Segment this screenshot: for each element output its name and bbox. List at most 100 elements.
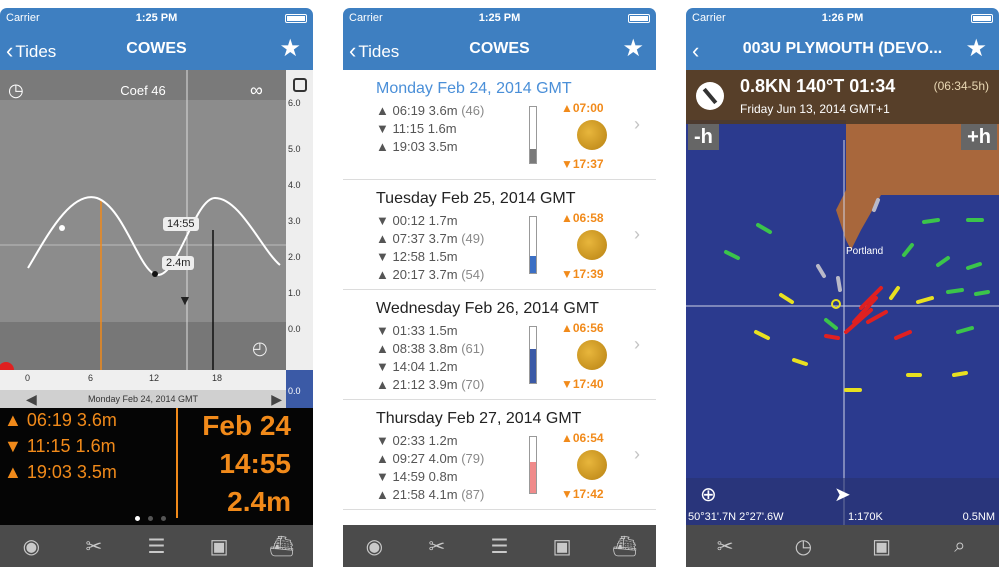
scissors-tab-icon[interactable]: ✂ [422, 531, 452, 561]
moon-phase-icon [577, 230, 607, 260]
sunset-time: ▼17:39 [561, 267, 604, 281]
stream-map[interactable]: Portland [686, 70, 999, 525]
tide-line: ▲ 19:03 3.5m [376, 139, 458, 154]
calendar-tab-icon[interactable]: ▣ [867, 531, 897, 561]
hour-tick: 0 [25, 373, 31, 383]
tide-height: 1.6m [427, 121, 457, 136]
direction-icon: ▲ [4, 462, 22, 482]
direction-icon: ▼ [4, 436, 22, 456]
tide-line: ▲ 06:19 3.6m (46) [376, 103, 484, 118]
compass-needle-icon [696, 82, 724, 110]
tide-line: ▼ 11:15 1.6m [376, 121, 457, 136]
page-indicator[interactable] [135, 516, 166, 521]
scale-bottom-value: 0.0 [286, 370, 313, 408]
moon-phase-icon [577, 340, 607, 370]
minus-hour-button[interactable]: -h [688, 124, 719, 150]
direction-icon: ▼ [376, 359, 389, 374]
clock-tab-icon[interactable]: ◷ [788, 531, 818, 561]
moon-phase-icon [577, 120, 607, 150]
tide-coef: (61) [461, 341, 485, 356]
selected-time: 14:55 [219, 448, 291, 479]
tide-line: ▼ 12:58 1.5m [376, 249, 458, 264]
tide-line: ▼ 02:33 1.2m [376, 433, 458, 448]
list-item[interactable]: Tuesday Feb 25, 2014 GMT ▼ 00:12 1.7m ▲ … [343, 180, 656, 290]
tide-graph[interactable]: Coef 46 ◷ ∞ 14:55 2.4m ▼ ◴ 6.0 5.0 4.0 3… [0, 70, 313, 370]
locate-crosshair-icon[interactable]: ⊕ [700, 482, 717, 507]
scissors-tab-icon[interactable]: ✂ [710, 531, 740, 561]
tide-height: 1.5m [428, 323, 458, 338]
search-tab-icon[interactable]: ⌕ [945, 531, 975, 561]
tide-coef: (46) [461, 103, 485, 118]
list-item[interactable]: Wednesday Feb 26, 2014 GMT ▼ 01:33 1.5m … [343, 290, 656, 400]
direction-icon: ▼ [376, 433, 389, 448]
date-scrubber[interactable]: ◀ Monday Feb 24, 2014 GMT ▶ [0, 390, 286, 408]
list-item[interactable]: Monday Feb 24, 2014 GMT ▲ 06:19 3.6m (46… [343, 70, 656, 180]
compass-tab-icon[interactable]: ◉ [359, 531, 389, 561]
alarm-clock-icon[interactable]: ◴ [252, 338, 268, 359]
tide-row: ▲ 06:19 3.6m [4, 410, 117, 431]
calendar-tab-icon[interactable]: ▣ [204, 531, 234, 561]
plus-hour-button[interactable]: +h [961, 124, 997, 150]
tide-line: ▲ 21:12 3.9m (70) [376, 377, 484, 392]
boat-tab-icon[interactable]: ⛴ [267, 531, 297, 561]
navigation-arrow-icon[interactable]: ➤ [834, 482, 851, 507]
tide-row-text: 06:19 3.6m [26, 410, 117, 430]
tide-height: 3.8m [428, 341, 458, 356]
unlock-icon[interactable] [293, 78, 307, 92]
tide-graph-screen: Carrier 1:25 PM ‹ Tides COWES ★ Coef 46 ◷… [0, 8, 313, 567]
tide-time: 12:58 [392, 249, 426, 264]
favorite-star-icon[interactable]: ★ [622, 34, 644, 63]
day-title: Wednesday Feb 26, 2014 GMT [376, 300, 599, 317]
tide-line: ▲ 07:37 3.7m (49) [376, 231, 484, 246]
clock-icon[interactable]: ◷ [8, 80, 24, 101]
tide-line: ▲ 09:27 4.0m (79) [376, 451, 484, 466]
tide-coef: (79) [461, 451, 485, 466]
compass-tab-icon[interactable]: ◉ [16, 531, 46, 561]
list-item[interactable]: Thursday Feb 27, 2014 GMT ▼ 02:33 1.2m ▲… [343, 400, 656, 510]
hour-tick: 6 [88, 373, 94, 383]
tide-time: 21:12 [392, 377, 426, 392]
direction-icon: ▲ [376, 341, 389, 356]
next-day-icon[interactable]: ▶ [271, 390, 282, 408]
gauge-fill [530, 149, 536, 163]
sunrise-time: ▲07:00 [561, 101, 604, 115]
status-time: 1:26 PM [821, 12, 864, 24]
tide-height: 3.5m [428, 139, 458, 154]
tide-curve-svg [0, 70, 286, 370]
list-tab-icon[interactable]: ☰ [484, 531, 514, 561]
port-label: Portland [846, 246, 884, 257]
link-rings-icon[interactable]: ∞ [250, 80, 263, 101]
boat-tab-icon[interactable]: ⛴ [610, 531, 640, 561]
favorite-star-icon[interactable]: ★ [279, 34, 301, 63]
calendar-tab-icon[interactable]: ▣ [547, 531, 577, 561]
previous-day-icon[interactable]: ◀ [26, 390, 37, 408]
battery-icon [628, 14, 650, 23]
tide-row: ▼ 11:15 1.6m [4, 436, 116, 457]
tidal-stream-map-screen: Carrier 1:26 PM ‹ 003U PLYMOUTH (DEVO...… [686, 8, 999, 567]
tide-height: 4.0m [428, 451, 458, 466]
low-tide-marker-icon: ▼ [178, 292, 192, 308]
scissors-tab-icon[interactable]: ✂ [79, 531, 109, 561]
tide-height: 4.1m [428, 487, 458, 502]
tide-coef: (54) [461, 267, 485, 282]
tide-row-text: 11:15 1.6m [26, 436, 116, 456]
coefficient-gauge [529, 436, 537, 494]
hour-axis: 0 6 12 18 [0, 370, 286, 390]
current-info-bar: 0.8KN 140°T 01:34 (06:34-5h) Friday Jun … [686, 70, 999, 124]
tide-time: 14:04 [392, 359, 426, 374]
panel-divider [176, 408, 178, 518]
direction-icon: ▲ [376, 267, 389, 282]
list-tab-icon[interactable]: ☰ [141, 531, 171, 561]
direction-icon: ▲ [376, 231, 389, 246]
scale-tick: 0.0 [288, 324, 301, 334]
sunset-time: ▼17:37 [561, 157, 604, 171]
tide-time: 21:58 [392, 487, 426, 502]
tide-time: 06:19 [392, 103, 426, 118]
nav-title: COWES [126, 40, 187, 57]
scale-tick: 4.0 [288, 180, 301, 190]
day-title: Thursday Feb 27, 2014 GMT [376, 410, 582, 427]
tide-height: 0.8m [428, 469, 458, 484]
coefficient-gauge [529, 326, 537, 384]
favorite-star-icon[interactable]: ★ [965, 34, 987, 63]
tide-height: 1.2m [428, 359, 458, 374]
